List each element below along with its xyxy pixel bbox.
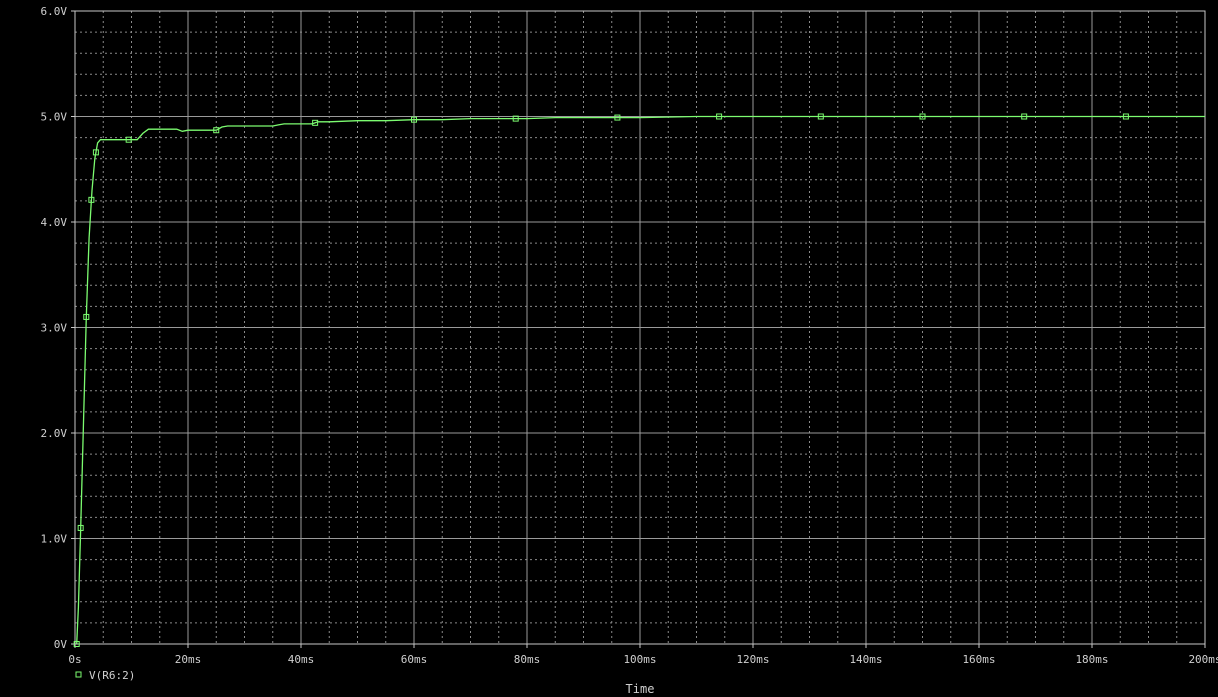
y-tick-label: 3.0V bbox=[41, 322, 68, 335]
y-tick-label: 1.0V bbox=[41, 533, 68, 546]
y-tick-label: 6.0V bbox=[41, 5, 68, 18]
x-tick-label: 180ms bbox=[1075, 653, 1108, 666]
x-tick-label: 80ms bbox=[514, 653, 541, 666]
x-tick-label: 40ms bbox=[288, 653, 315, 666]
x-tick-label: 120ms bbox=[736, 653, 769, 666]
y-tick-label: 5.0V bbox=[41, 111, 68, 124]
x-axis-title: Time bbox=[626, 682, 655, 696]
x-tick-label: 160ms bbox=[962, 653, 995, 666]
x-tick-label: 140ms bbox=[849, 653, 882, 666]
y-tick-label: 2.0V bbox=[41, 427, 68, 440]
legend-label[interactable]: V(R6:2) bbox=[89, 669, 135, 682]
waveform-plot: 0s 20ms 40ms 60ms 80ms 100ms 120ms 140ms 160ms 18… bbox=[0, 0, 1218, 697]
x-tick-label: 100ms bbox=[623, 653, 656, 666]
y-tick-label: 0V bbox=[54, 638, 68, 651]
x-tick-label: 20ms bbox=[175, 653, 202, 666]
y-tick-label: 4.0V bbox=[41, 216, 68, 229]
x-tick-label: 0s bbox=[68, 653, 81, 666]
x-tick-label: 60ms bbox=[401, 653, 428, 666]
x-tick-label: 200ms bbox=[1188, 653, 1218, 666]
